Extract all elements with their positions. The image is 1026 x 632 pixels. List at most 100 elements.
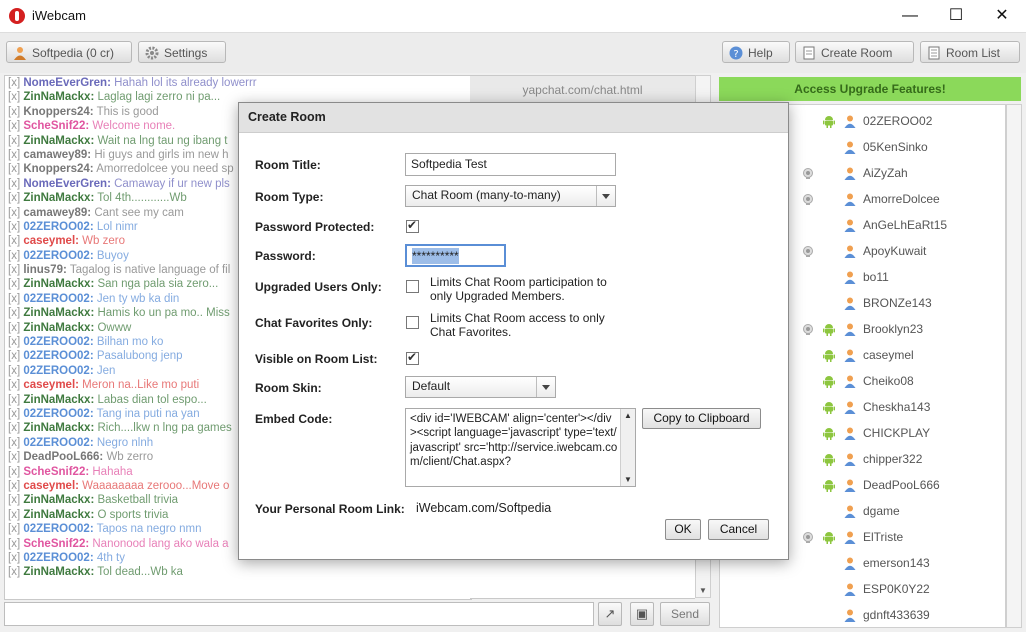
chat-username[interactable]: 02ZEROO02:	[23, 523, 93, 535]
remove-line-icon[interactable]: [x]	[8, 552, 20, 564]
remove-line-icon[interactable]: [x]	[8, 221, 20, 233]
remove-line-icon[interactable]: [x]	[8, 379, 20, 391]
remove-line-icon[interactable]: [x]	[8, 106, 20, 118]
chat-username[interactable]: NomeEverGren:	[23, 77, 111, 89]
chat-username[interactable]: 02ZEROO02:	[23, 293, 93, 305]
remove-line-icon[interactable]: [x]	[8, 365, 20, 377]
chat-username[interactable]: 02ZEROO02:	[23, 336, 93, 348]
remove-line-icon[interactable]: [x]	[8, 264, 20, 276]
chevron-down-icon[interactable]	[536, 377, 555, 397]
chat-username[interactable]: 02ZEROO02:	[23, 408, 93, 420]
remove-line-icon[interactable]: [x]	[8, 422, 20, 434]
remove-line-icon[interactable]: [x]	[8, 91, 20, 103]
ok-button[interactable]: OK	[665, 519, 701, 540]
scroll-up-icon[interactable]: ▲	[624, 411, 632, 420]
embed-scrollbar[interactable]: ▲ ▼	[620, 409, 635, 486]
remove-line-icon[interactable]: [x]	[8, 207, 20, 219]
room-title-input[interactable]: Softpedia Test	[405, 153, 616, 176]
chat-username[interactable]: camawey89:	[23, 149, 91, 161]
remove-line-icon[interactable]: [x]	[8, 480, 20, 492]
chat-username[interactable]: camawey89:	[23, 207, 91, 219]
chat-username[interactable]: ZinNaMackx:	[23, 278, 94, 290]
room-skin-select[interactable]: Default	[405, 376, 556, 398]
chat-username[interactable]: 02ZEROO02:	[23, 221, 93, 233]
chat-username[interactable]: DeadPooL666:	[23, 451, 103, 463]
remove-line-icon[interactable]: [x]	[8, 509, 20, 521]
room-type-select[interactable]: Chat Room (many-to-many)	[405, 185, 616, 207]
password-input[interactable]: **********	[405, 244, 506, 267]
scroll-down-icon[interactable]: ▼	[699, 586, 707, 595]
remove-line-icon[interactable]: [x]	[8, 437, 20, 449]
favorites-only-checkbox[interactable]	[406, 316, 419, 329]
remove-line-icon[interactable]: [x]	[8, 77, 20, 89]
minimize-button[interactable]: —	[887, 0, 933, 32]
chat-username[interactable]: caseymel:	[23, 480, 79, 492]
chat-username[interactable]: ScheSnif22:	[23, 466, 89, 478]
remove-line-icon[interactable]: [x]	[8, 192, 20, 204]
chat-username[interactable]: caseymel:	[23, 379, 79, 391]
remove-line-icon[interactable]: [x]	[8, 523, 20, 535]
chat-username[interactable]: ZinNaMackx:	[23, 135, 94, 147]
remove-line-icon[interactable]: [x]	[8, 538, 20, 550]
chat-username[interactable]: 02ZEROO02:	[23, 250, 93, 262]
room-list-button[interactable]: Room List	[920, 41, 1020, 63]
chat-username[interactable]: ScheSnif22:	[23, 538, 89, 550]
chat-username[interactable]: ScheSnif22:	[23, 120, 89, 132]
remove-line-icon[interactable]: [x]	[8, 408, 20, 420]
chat-username[interactable]: NomeEverGren:	[23, 178, 111, 190]
create-room-button[interactable]: Create Room	[795, 41, 914, 63]
chat-username[interactable]: 02ZEROO02:	[23, 365, 93, 377]
chat-username[interactable]: Knoppers24:	[23, 163, 93, 175]
expand-button[interactable]: ↗	[598, 602, 622, 626]
remove-line-icon[interactable]: [x]	[8, 307, 20, 319]
chat-username[interactable]: 02ZEROO02:	[23, 350, 93, 362]
remove-line-icon[interactable]: [x]	[8, 149, 20, 161]
upgraded-only-checkbox[interactable]	[406, 280, 419, 293]
remove-line-icon[interactable]: [x]	[8, 178, 20, 190]
user-list-item[interactable]: ESP0K0Y22	[720, 576, 1005, 602]
chat-username[interactable]: caseymel:	[23, 235, 79, 247]
remove-line-icon[interactable]: [x]	[8, 494, 20, 506]
remove-line-icon[interactable]: [x]	[8, 250, 20, 262]
chevron-down-icon[interactable]	[596, 186, 615, 206]
chat-username[interactable]: ZinNaMackx:	[23, 322, 94, 334]
settings-button[interactable]: Settings	[138, 41, 226, 63]
close-button[interactable]: ✕	[979, 0, 1025, 32]
remove-line-icon[interactable]: [x]	[8, 163, 20, 175]
upgrade-banner[interactable]: Access Upgrade Features!	[719, 77, 1021, 101]
send-button[interactable]: Send	[660, 602, 710, 626]
account-button[interactable]: Softpedia (0 cr)	[6, 41, 132, 63]
remove-line-icon[interactable]: [x]	[8, 235, 20, 247]
emoticon-button[interactable]: ▣	[630, 602, 654, 626]
chat-username[interactable]: ZinNaMackx:	[23, 91, 94, 103]
remove-line-icon[interactable]: [x]	[8, 394, 20, 406]
remove-line-icon[interactable]: [x]	[8, 278, 20, 290]
message-input[interactable]	[4, 602, 594, 626]
chat-username[interactable]: ZinNaMackx:	[23, 494, 94, 506]
chat-username[interactable]: 02ZEROO02:	[23, 552, 93, 564]
remove-line-icon[interactable]: [x]	[8, 336, 20, 348]
chat-username[interactable]: ZinNaMackx:	[23, 192, 94, 204]
remove-line-icon[interactable]: [x]	[8, 135, 20, 147]
chat-username[interactable]: linus79:	[23, 264, 66, 276]
visible-checkbox[interactable]	[406, 350, 419, 365]
remove-line-icon[interactable]: [x]	[8, 322, 20, 334]
copy-to-clipboard-button[interactable]: Copy to Clipboard	[642, 408, 761, 429]
chat-username[interactable]: ZinNaMackx:	[23, 566, 94, 578]
scroll-down-icon[interactable]: ▼	[624, 475, 632, 484]
help-button[interactable]: ? Help	[722, 41, 790, 63]
remove-line-icon[interactable]: [x]	[8, 566, 20, 578]
chat-username[interactable]: Knoppers24:	[23, 106, 93, 118]
chat-username[interactable]: ZinNaMackx:	[23, 509, 94, 521]
remove-line-icon[interactable]: [x]	[8, 350, 20, 362]
remove-line-icon[interactable]: [x]	[8, 466, 20, 478]
remove-line-icon[interactable]: [x]	[8, 451, 20, 463]
chat-username[interactable]: ZinNaMackx:	[23, 422, 94, 434]
cancel-button[interactable]: Cancel	[708, 519, 769, 540]
chat-username[interactable]: 02ZEROO02:	[23, 437, 93, 449]
user-list-scrollbar[interactable]	[1006, 104, 1022, 628]
maximize-button[interactable]: ☐	[933, 0, 979, 32]
remove-line-icon[interactable]: [x]	[8, 120, 20, 132]
chat-username[interactable]: ZinNaMackx:	[23, 307, 94, 319]
password-protected-checkbox[interactable]	[406, 218, 419, 233]
